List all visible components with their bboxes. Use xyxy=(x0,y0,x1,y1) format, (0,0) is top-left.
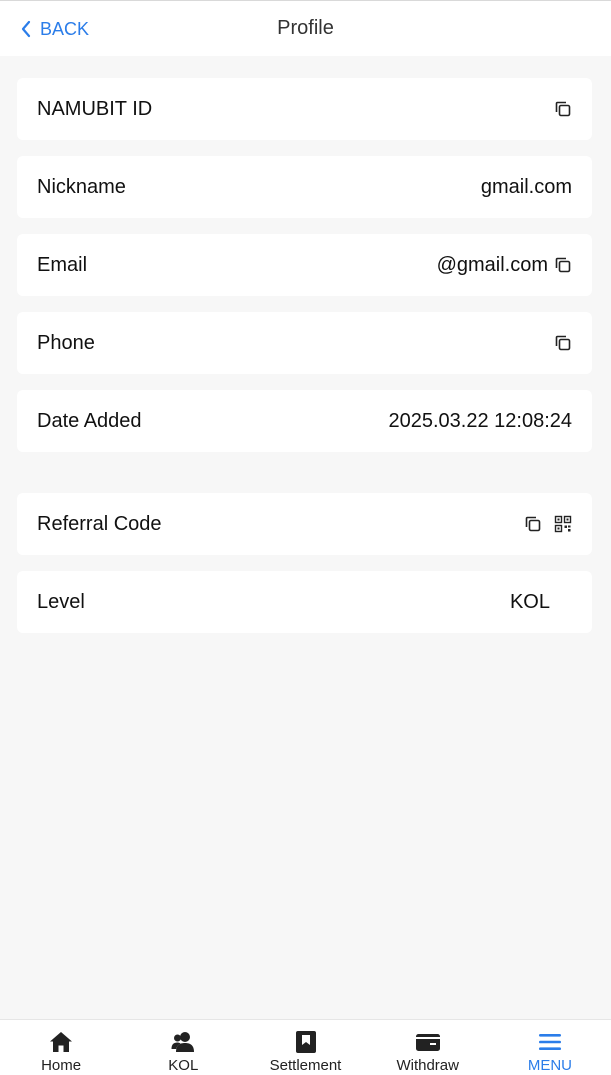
row-label: Level xyxy=(37,590,85,613)
tab-label: Home xyxy=(41,1057,82,1074)
row-label: Nickname xyxy=(37,175,126,198)
row-phone: Phone xyxy=(17,312,592,374)
copy-icon[interactable] xyxy=(554,256,572,274)
qr-code-icon[interactable] xyxy=(554,515,572,533)
row-value: KOL xyxy=(509,590,550,613)
row-label: Referral Code xyxy=(37,512,162,535)
row-label: Email xyxy=(37,253,88,276)
row-namubit-id: NAMUBIT ID xyxy=(17,78,592,140)
wallet-icon xyxy=(415,1029,441,1055)
menu-icon xyxy=(537,1029,563,1055)
row-nickname: Nickname gmail.com xyxy=(17,156,592,218)
row-referral-code: Referral Code xyxy=(17,493,592,555)
row-value: gmail.com xyxy=(480,175,572,198)
row-value: 2025.03.22 12:08:24 xyxy=(388,409,572,432)
tab-label: Withdraw xyxy=(396,1057,459,1074)
tab-home[interactable]: Home xyxy=(0,1020,122,1075)
bottom-tab-bar: Home KOL Settlement Withdraw MENU xyxy=(0,1019,611,1075)
tab-menu[interactable]: MENU xyxy=(489,1020,611,1075)
tab-label: Settlement xyxy=(269,1057,342,1074)
tab-settlement[interactable]: Settlement xyxy=(244,1020,366,1075)
home-icon xyxy=(48,1029,74,1055)
row-date-added: Date Added 2025.03.22 12:08:24 xyxy=(17,390,592,452)
copy-icon[interactable] xyxy=(554,334,572,352)
row-value: @gmail.com xyxy=(436,253,548,276)
row-label: Date Added xyxy=(37,409,142,432)
tab-label: MENU xyxy=(527,1057,572,1074)
users-icon xyxy=(170,1029,196,1055)
tab-label: KOL xyxy=(168,1057,199,1074)
copy-icon[interactable] xyxy=(554,100,572,118)
page-title: Profile xyxy=(277,17,334,39)
row-label: NAMUBIT ID xyxy=(37,97,153,120)
row-level: Level KOL xyxy=(17,571,592,633)
copy-icon[interactable] xyxy=(524,515,542,533)
row-label: Phone xyxy=(37,331,95,354)
bookmark-icon xyxy=(293,1029,319,1055)
header-bar: BACK Profile xyxy=(0,0,611,56)
tab-kol[interactable]: KOL xyxy=(122,1020,244,1075)
row-email: Email @gmail.com xyxy=(17,234,592,296)
tab-withdraw[interactable]: Withdraw xyxy=(367,1020,489,1075)
